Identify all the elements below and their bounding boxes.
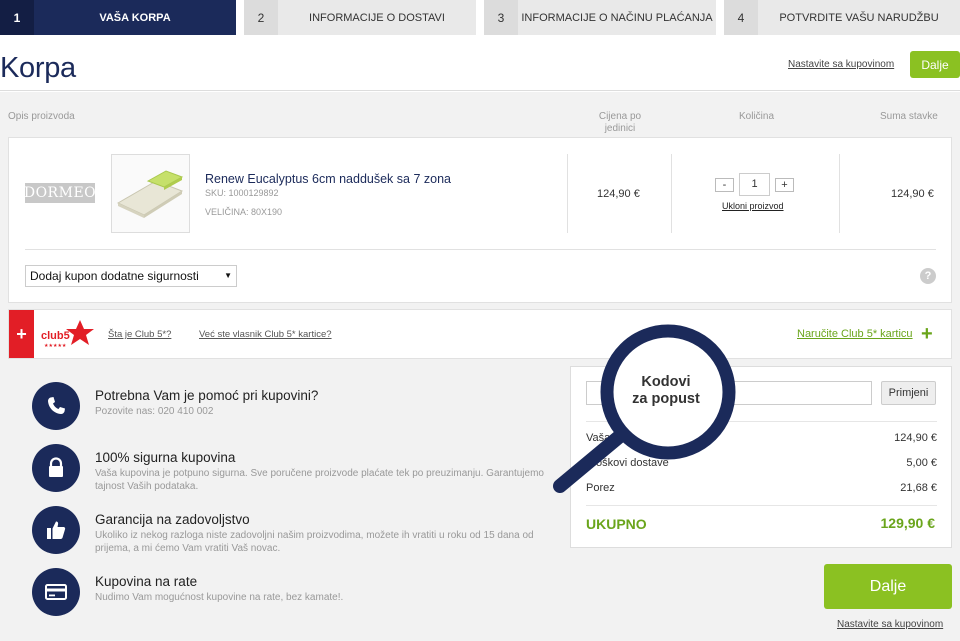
step-confirm[interactable]: 4 Potvrdite vašu narudžbu: [724, 0, 960, 35]
unit-price: 124,90 €: [597, 188, 640, 200]
credit-card-icon: [32, 568, 80, 616]
divider: [25, 249, 936, 250]
column-description: Opis proizvoda: [8, 111, 75, 122]
quantity-input[interactable]: 1: [739, 173, 770, 196]
club-owner-link[interactable]: Već ste vlasnik Club 5* kartice?: [199, 329, 332, 340]
dropdown-arrow-icon: ▼: [224, 271, 232, 280]
column-quantity: Količina: [739, 111, 775, 122]
total-value: 129,90 €: [880, 515, 936, 531]
divider: [567, 154, 568, 233]
product-name[interactable]: Renew Eucalyptus 6cm naddušek sa 7 zona: [205, 172, 451, 186]
summary-label: Vaša: [586, 432, 611, 444]
callout-line: Kodovi: [641, 374, 691, 390]
divider: [839, 154, 840, 233]
product-image[interactable]: [111, 154, 190, 233]
discount-codes-callout: Kodovi za popust: [617, 374, 715, 408]
info-title: Garancija na zadovoljstvo: [95, 512, 250, 527]
summary-row-tax: Porez 21,68 €: [586, 482, 937, 494]
total-label: UKUPNO: [586, 516, 647, 532]
column-line-total: Suma stavke: [880, 111, 938, 122]
next-button[interactable]: Dalje: [824, 564, 952, 609]
step-label: Informacije o dostavi: [309, 11, 445, 24]
quantity-decrease-button[interactable]: -: [715, 178, 734, 192]
info-title: 100% sigurna kupovina: [95, 450, 236, 465]
divider: [671, 154, 672, 233]
next-button-top[interactable]: Dalje: [910, 51, 960, 78]
divider: [586, 421, 937, 422]
apply-code-button[interactable]: Primjeni: [881, 381, 936, 405]
step-number: 3: [484, 0, 518, 35]
step-payment[interactable]: 3 Informacije o načinu plaćanja: [484, 0, 716, 35]
phone-icon: [32, 382, 80, 430]
step-label: Informacije o načinu plaćanja: [521, 11, 713, 24]
security-coupon-select[interactable]: Dodaj kupon dodatne sigurnosti ▼: [25, 265, 237, 287]
product-size: VELIČINA: 80X190: [205, 207, 283, 217]
help-icon[interactable]: ?: [920, 268, 936, 284]
info-title: Potrebna Vam je pomoć pri kupovini?: [95, 388, 319, 403]
cart-item: DORMEO Renew Eucalyptus 6cm naddušek sa …: [8, 137, 952, 303]
step-label: Vaša korpa: [99, 11, 171, 24]
info-text: Pozovite nas: 020 410 002: [95, 406, 214, 417]
step-number: 2: [244, 0, 278, 35]
info-text: Nudimo Vam mogućnost kupovine na rate, b…: [95, 592, 344, 603]
info-title: Kupovina na rate: [95, 574, 198, 589]
summary-label: Porez: [586, 482, 615, 494]
checkout-steps: 1 Vaša korpa 2 Informacije o dostavi 3 I…: [0, 0, 960, 35]
line-total: 124,90 €: [891, 188, 934, 200]
plus-icon: +: [9, 310, 34, 358]
summary-label: Troškovi dostave: [586, 457, 669, 469]
step-number: 1: [0, 0, 34, 35]
order-club-card-link[interactable]: Naručite Club 5* karticu: [797, 328, 913, 340]
club5-logo: club5 ★★★★★: [40, 318, 96, 350]
step-cart[interactable]: 1 Vaša korpa: [0, 0, 236, 35]
product-sku: SKU: 1000129892: [205, 188, 279, 198]
divider: [0, 90, 960, 91]
quantity-increase-button[interactable]: +: [775, 178, 794, 192]
summary-value: 5,00 €: [906, 457, 937, 469]
add-icon[interactable]: +: [921, 324, 933, 344]
page-title: Korpa: [0, 52, 76, 84]
callout-line: za popust: [632, 391, 700, 407]
divider: [586, 505, 937, 506]
svg-text:★★★★★: ★★★★★: [44, 343, 67, 349]
step-delivery[interactable]: 2 Informacije o dostavi: [244, 0, 476, 35]
club-banner: + club5 ★★★★★ Šta je Club 5*? Već ste vl…: [8, 309, 952, 359]
svg-text:club5: club5: [41, 330, 70, 342]
what-is-club-link[interactable]: Šta je Club 5*?: [108, 329, 171, 340]
continue-shopping-link-bottom[interactable]: Nastavite sa kupovinom: [837, 619, 943, 630]
summary-row-shipping: Troškovi dostave 5,00 €: [586, 457, 937, 469]
column-unit-price: Cijena po jedinici: [598, 111, 642, 134]
thumbs-up-icon: [32, 506, 80, 554]
summary-value: 21,68 €: [900, 482, 937, 494]
select-value: Dodaj kupon dodatne sigurnosti: [30, 269, 199, 283]
lock-icon: [32, 444, 80, 492]
info-text: Ukoliko iz nekog razloga niste zadovoljn…: [95, 530, 534, 554]
info-text: Vaša kupovina je potpuno sigurna. Sve po…: [95, 468, 544, 492]
brand-logo: DORMEO: [23, 183, 97, 203]
step-number: 4: [724, 0, 758, 35]
summary-row-subtotal: Vaša 124,90 €: [586, 432, 937, 444]
summary-value: 124,90 €: [894, 432, 937, 444]
continue-shopping-link[interactable]: Nastavite sa kupovinom: [788, 59, 894, 70]
remove-product-link[interactable]: Ukloni proizvod: [722, 201, 784, 211]
step-label: Potvrdite vašu narudžbu: [779, 11, 939, 24]
